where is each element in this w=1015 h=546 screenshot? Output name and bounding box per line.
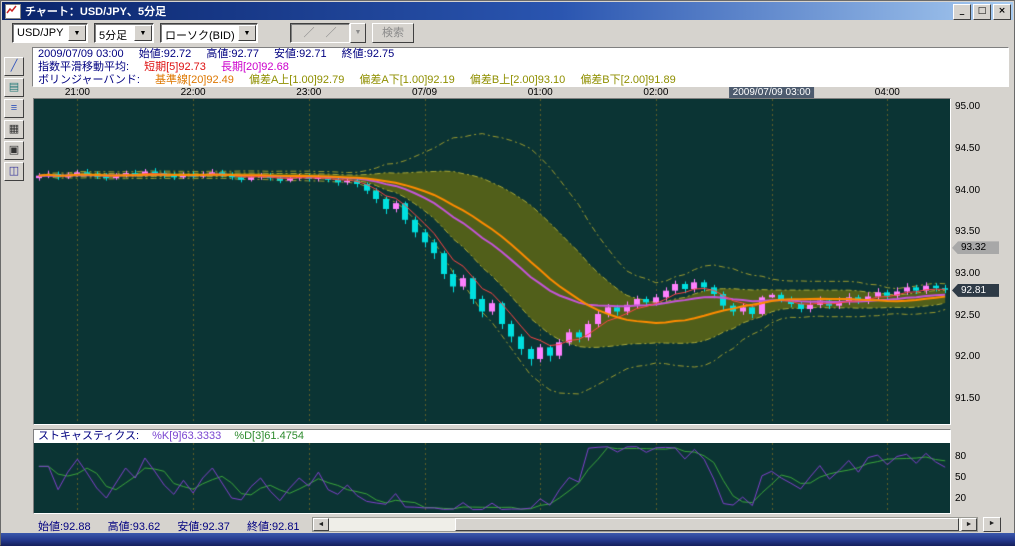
interval-select-value: 5分足	[99, 27, 127, 43]
scroll-left-button[interactable]: ◄	[313, 518, 329, 531]
current-price-tag: 92.81	[952, 284, 999, 297]
scrollbar-thumb[interactable]	[455, 518, 959, 531]
info-datetime: 2009/07/09 03:00	[38, 48, 124, 60]
print-tool-icon: ▣	[9, 144, 19, 156]
stochastic-label: ストキャスティクス:	[38, 430, 139, 442]
bollinger-dev-a-up: 偏差A上[1.00]92.79	[249, 74, 344, 86]
titlebar[interactable]: チャート：USD/JPY、5分足 _ □ ×	[2, 2, 1013, 20]
stochastic-tick-label: 80	[955, 452, 966, 462]
price-tick-label: 92.00	[955, 352, 980, 362]
time-label: 04:00	[875, 87, 900, 98]
toolbar: USD/JPY ▼ 5分足 ▼ ローソク(BID) ▼ ／ ／ ▼ 検索	[2, 20, 1013, 46]
range-ohlc-text: 始値:92.88 高値:93.62 安値:92.37 終値:92.81	[38, 518, 314, 534]
pair-select-value: USD/JPY	[17, 27, 63, 39]
save-tool-button[interactable]: ◫	[4, 162, 24, 181]
bollinger-dev-a-down: 偏差A下[1.00]92.19	[359, 74, 454, 86]
search-button[interactable]: 検索	[372, 23, 414, 43]
info-high: 高値:92.77	[206, 48, 259, 60]
time-label: 01:00	[528, 87, 553, 98]
chevron-down-icon[interactable]: ▼	[238, 25, 256, 41]
stochastic-legend: ストキャスティクス: %K[9]63.3333 %D[3]61.4754	[34, 430, 950, 443]
indicator-tool-icon: ≡	[11, 102, 17, 114]
status-bar: 始値:92.88 高値:93.62 安値:92.37 終値:92.81 ◄ ► …	[2, 516, 1013, 533]
window-icon	[5, 4, 21, 19]
chart-style-select[interactable]: ローソク(BID) ▼	[160, 23, 258, 43]
date-field[interactable]: ／ ／	[290, 23, 350, 43]
main-chart-canvas[interactable]	[34, 99, 950, 424]
time-label: 02:00	[643, 87, 668, 98]
price-tick-label: 93.00	[955, 269, 980, 279]
price-tick-label: 93.50	[955, 227, 980, 237]
stochastic-canvas[interactable]	[34, 443, 950, 513]
save-tool-icon: ◫	[9, 165, 19, 177]
interval-select[interactable]: 5分足 ▼	[94, 23, 154, 43]
stochastic-panel[interactable]: ストキャスティクス: %K[9]63.3333 %D[3]61.4754	[33, 429, 951, 514]
info-close: 終値:92.75	[342, 48, 395, 60]
time-label: 22:00	[181, 87, 206, 98]
chevron-down-icon[interactable]: ▼	[134, 25, 152, 41]
scroll-right-button[interactable]: ►	[961, 518, 977, 531]
chart-style-select-value: ローソク(BID)	[165, 27, 235, 43]
price-tick-label: 94.00	[955, 186, 980, 196]
price-tick-label: 94.50	[955, 144, 980, 154]
jump-latest-button[interactable]: ►	[983, 517, 1001, 532]
chart-horizontal-scrollbar[interactable]: ◄ ►	[312, 517, 978, 532]
time-label: 23:00	[296, 87, 321, 98]
ema-info-line: 指数平滑移動平均: 短期[5]92.73 長期[20]92.68	[38, 61, 1003, 74]
maximize-button[interactable]: □	[973, 4, 991, 20]
stochastic-scale: 80 50 20	[951, 443, 1009, 513]
close-button[interactable]: ×	[993, 4, 1011, 20]
window-title: チャート：USD/JPY、5分足	[25, 3, 166, 19]
price-marker-tag: 93.32	[952, 241, 999, 254]
chart-window: チャート：USD/JPY、5分足 _ □ × USD/JPY ▼ 5分足 ▼ ロ…	[0, 0, 1015, 545]
info-panel: 2009/07/09 03:00 始値:92.72 高値:92.77 安値:92…	[32, 47, 1009, 87]
ema-short-value: 短期[5]92.73	[144, 61, 206, 73]
bollinger-base-value: 基準線[20]92.49	[155, 74, 234, 86]
range-open: 始値:92.88	[38, 521, 91, 533]
range-close: 終値:92.81	[247, 521, 300, 533]
price-tick-label: 92.50	[955, 311, 980, 321]
ema-label: 指数平滑移動平均:	[38, 61, 129, 73]
chevron-down-icon[interactable]: ▼	[68, 25, 86, 41]
time-label: 21:00	[65, 87, 90, 98]
grid-tool-icon: ▦	[9, 123, 19, 135]
pair-select[interactable]: USD/JPY ▼	[12, 23, 88, 43]
stochastic-tick-label: 20	[955, 494, 966, 504]
bollinger-info-line: ボリンジャーバンド: 基準線[20]92.49 偏差A上[1.00]92.79 …	[38, 74, 1003, 87]
price-scale: 95.00 94.50 94.00 93.50 93.00 92.50 92.00 91.50…	[951, 99, 1009, 424]
main-chart-panel[interactable]	[33, 98, 951, 425]
trendline-tool-button[interactable]: ╱	[4, 57, 24, 76]
bollinger-dev-b-down: 偏差B下[2.00]91.89	[580, 74, 675, 86]
ema-long-value: 長期[20]92.68	[221, 61, 289, 73]
bollinger-label: ボリンジャーバンド:	[38, 74, 140, 86]
time-label: 07/09	[412, 87, 437, 98]
indicator-tool-button[interactable]: ≡	[4, 99, 24, 118]
time-label-selected: 2009/07/09 03:00	[729, 87, 815, 98]
price-tick-label: 95.00	[955, 102, 980, 112]
info-open: 始値:92.72	[139, 48, 192, 60]
range-low: 安値:92.37	[177, 521, 230, 533]
stochastic-k-value: %K[9]63.3333	[152, 430, 221, 442]
print-tool-button[interactable]: ▣	[4, 141, 24, 160]
ohlc-info-line: 2009/07/09 03:00 始値:92.72 高値:92.77 安値:92…	[38, 48, 1003, 61]
minimize-button[interactable]: _	[953, 4, 971, 20]
info-low: 安値:92.71	[274, 48, 327, 60]
tool-strip: ╱▤≡▦▣◫	[4, 57, 30, 183]
trendline-tool-icon: ╱	[11, 60, 18, 72]
price-tick-label: 91.50	[955, 394, 980, 404]
grid-tool-button[interactable]: ▦	[4, 120, 24, 139]
range-high: 高値:93.62	[108, 521, 161, 533]
stochastic-tick-label: 50	[955, 473, 966, 483]
bollinger-dev-b-up: 偏差B上[2.00]93.10	[470, 74, 565, 86]
bottom-app-strip	[1, 533, 1015, 546]
time-axis: 21:00 22:00 23:00 07/09 01:00 02:00 2009/07/09…	[1, 87, 1015, 98]
stochastic-d-value: %D[3]61.4754	[234, 430, 304, 442]
date-dropdown-button[interactable]: ▼	[350, 23, 366, 43]
